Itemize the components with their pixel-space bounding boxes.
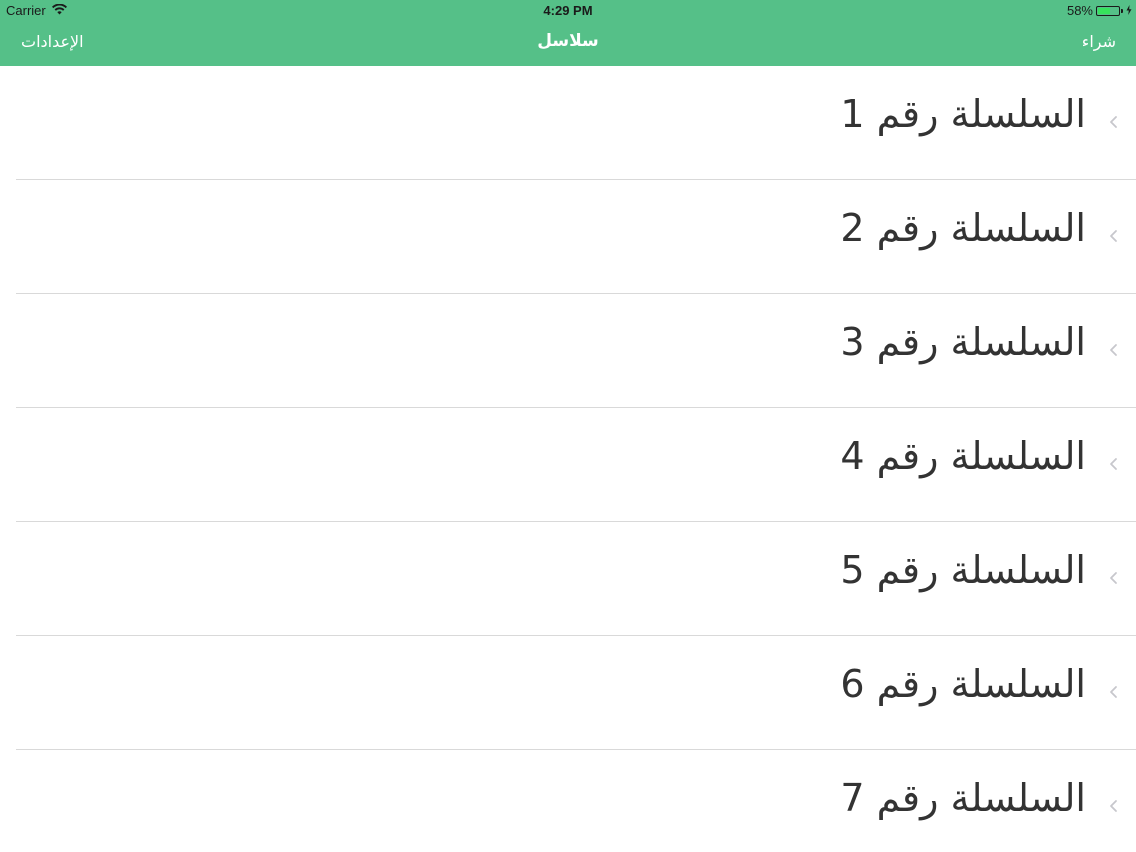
battery-icon <box>1096 5 1120 16</box>
list-item-label: السلسلة رقم 5 <box>840 548 1086 592</box>
status-time: 4:29 PM <box>543 3 593 18</box>
battery-nub <box>1121 8 1123 13</box>
list-item-label: السلسلة رقم 6 <box>840 662 1086 706</box>
battery-fill <box>1098 7 1110 14</box>
list-item-label: السلسلة رقم 1 <box>840 92 1086 136</box>
chevron-left-icon <box>1108 798 1120 814</box>
buy-button[interactable]: شراء <box>1082 32 1116 51</box>
chevron-left-icon <box>1108 228 1120 244</box>
chevron-left-icon <box>1108 684 1120 700</box>
page-title: سلاسل <box>537 31 599 51</box>
list-item-label: السلسلة رقم 2 <box>840 206 1086 250</box>
list-item[interactable]: السلسلة رقم 7 <box>0 750 1136 852</box>
status-bar: Carrier 4:29 PM 58% <box>0 0 1136 22</box>
list-item[interactable]: السلسلة رقم 1 <box>0 66 1136 180</box>
status-right: 58% <box>1067 3 1132 18</box>
chevron-left-icon <box>1108 456 1120 472</box>
list-item[interactable]: السلسلة رقم 4 <box>0 408 1136 522</box>
chevron-left-icon <box>1108 342 1120 358</box>
list-item[interactable]: السلسلة رقم 6 <box>0 636 1136 750</box>
list-item-label: السلسلة رقم 4 <box>840 434 1086 478</box>
list-item[interactable]: السلسلة رقم 5 <box>0 522 1136 636</box>
list-item[interactable]: السلسلة رقم 3 <box>0 294 1136 408</box>
chevron-left-icon <box>1108 570 1120 586</box>
battery-percent: 58% <box>1066 3 1093 18</box>
series-list: السلسلة رقم 1 السلسلة رقم 2 السلسلة رقم 3 ا… <box>0 66 1136 852</box>
list-item-label: السلسلة رقم 7 <box>840 776 1086 820</box>
navigation-bar: الإعدادات سلاسل شراء <box>0 22 1136 66</box>
list-item-label: السلسلة رقم 3 <box>840 320 1086 364</box>
charging-bolt-icon <box>1126 3 1132 18</box>
list-item[interactable]: السلسلة رقم 2 <box>0 180 1136 294</box>
chevron-left-icon <box>1108 114 1120 130</box>
